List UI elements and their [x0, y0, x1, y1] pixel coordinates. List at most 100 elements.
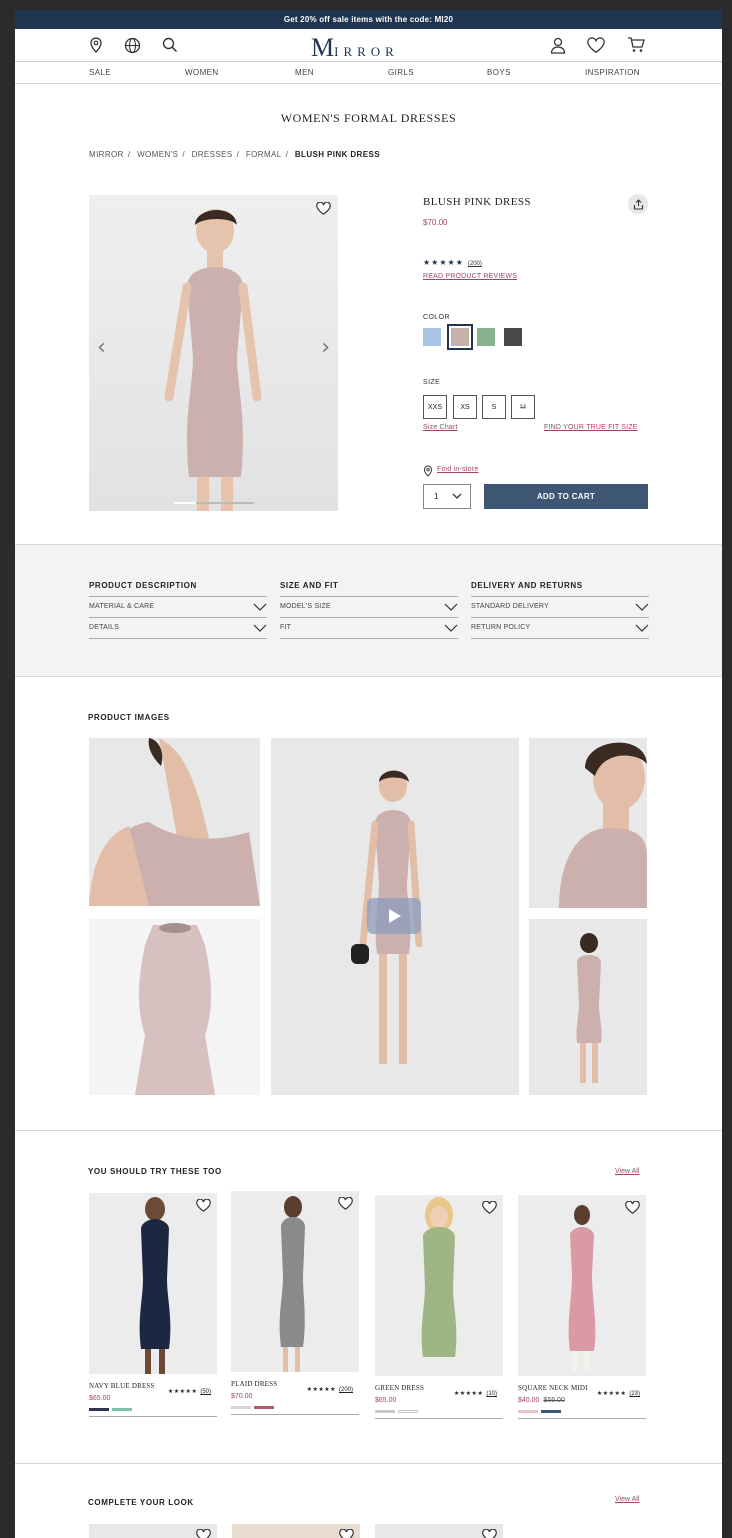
review-count[interactable]: (200) — [468, 261, 482, 267]
wishlist-heart-icon[interactable] — [316, 201, 331, 220]
product-description-accordion: PRODUCT DESCRIPTION MATERIAL & CARE DETA… — [89, 581, 267, 639]
gallery-image-dress-front[interactable] — [89, 919, 260, 1095]
color-swatch-green[interactable] — [477, 328, 495, 346]
product-card-swatches — [231, 1406, 359, 1409]
model-dress-figure — [421, 1197, 457, 1357]
product-name: BLUSH PINK DRESS — [423, 196, 531, 208]
location-pin-icon — [423, 464, 433, 482]
product-card-swatches — [89, 1408, 217, 1411]
product-card[interactable]: SQUARE NECK MIDI $40.00 $55.00 ★★★★★ (23) — [518, 1195, 646, 1419]
nav-sale[interactable]: SALE — [89, 68, 111, 77]
play-video-button[interactable] — [367, 898, 421, 934]
view-all-complete-look-link[interactable]: View All — [615, 1496, 639, 1503]
product-rating: ★★★★★ (200) — [423, 258, 482, 267]
model-dress-figure — [139, 1197, 171, 1374]
wishlist-heart-icon[interactable] — [196, 1528, 211, 1538]
product-card-image[interactable] — [375, 1195, 503, 1376]
wishlist-heart-icon[interactable] — [338, 1196, 353, 1215]
gallery-image-shoulder[interactable] — [89, 738, 260, 906]
model-dress-figure — [164, 209, 262, 511]
look-item-image[interactable] — [232, 1524, 360, 1538]
previous-image-arrow-icon[interactable]: ‹ — [97, 335, 106, 360]
chevron-down-icon — [253, 603, 267, 611]
accordion-row-material-care[interactable]: MATERIAL & CARE — [89, 597, 267, 618]
wishlist-heart-icon[interactable] — [587, 36, 605, 54]
read-reviews-link[interactable]: READ PRODUCT REVIEWS — [423, 273, 517, 280]
true-fit-link[interactable]: FIND YOUR TRUE FIT SIZE — [544, 424, 638, 431]
nav-inspiration[interactable]: INSPIRATION — [585, 68, 640, 77]
color-swatch-charcoal[interactable] — [504, 328, 522, 346]
size-option-m-unavailable: M — [511, 395, 535, 419]
model-dress-figure — [279, 1196, 305, 1372]
chevron-down-icon — [253, 624, 267, 632]
share-button[interactable] — [628, 194, 648, 214]
product-card-image[interactable] — [518, 1195, 646, 1376]
product-card[interactable]: PLAID DRESS $70.00 ★★★★★ (200) — [231, 1191, 359, 1415]
location-pin-icon[interactable] — [87, 36, 105, 54]
breadcrumb-item[interactable]: WOMEN'S — [137, 150, 178, 159]
product-card-swatches — [518, 1410, 646, 1413]
product-card[interactable]: NAVY BLUE DRESS $65.00 ★★★★★ (50) — [89, 1193, 217, 1417]
accordion-row-fit[interactable]: FIT — [280, 618, 458, 639]
play-icon — [389, 909, 401, 923]
color-swatch-blush[interactable] — [447, 324, 473, 350]
size-option-s[interactable]: S — [482, 395, 506, 419]
nav-girls[interactable]: GIRLS — [388, 68, 414, 77]
recommendations-heading: YOU SHOULD TRY THESE TOO — [88, 1167, 222, 1176]
cart-icon[interactable] — [627, 36, 645, 54]
quantity-value: 1 — [434, 492, 439, 501]
look-item-image[interactable] — [89, 1524, 217, 1538]
breadcrumb-item[interactable]: FORMAL — [246, 150, 282, 159]
gallery-image-back[interactable] — [529, 919, 647, 1095]
quantity-select[interactable]: 1 — [423, 484, 471, 509]
rating-stars: ★★★★★ — [423, 258, 464, 267]
accordion-row-standard-delivery[interactable]: STANDARD DELIVERY — [471, 597, 649, 618]
view-all-recommendations-link[interactable]: View All — [615, 1168, 639, 1175]
chevron-down-icon — [452, 493, 462, 499]
look-item-image[interactable] — [375, 1524, 503, 1538]
globe-icon[interactable] — [123, 36, 141, 54]
size-chart-link[interactable]: Size Chart — [423, 424, 458, 431]
mirror-logo[interactable]: MIRROR — [311, 33, 399, 63]
wishlist-heart-icon[interactable] — [625, 1200, 640, 1219]
color-swatch-blue[interactable] — [423, 328, 441, 346]
product-card-image[interactable] — [89, 1193, 217, 1374]
next-image-arrow-icon[interactable]: › — [321, 335, 330, 360]
nav-boys[interactable]: BOYS — [487, 68, 511, 77]
breadcrumb-item[interactable]: MIRROR — [89, 150, 124, 159]
section-divider — [15, 1463, 722, 1464]
model-back-figure — [576, 933, 602, 1083]
gallery-video-full-length[interactable] — [271, 738, 519, 1095]
product-card[interactable]: GREEN DRESS $65.00 ★★★★★ (10) — [375, 1195, 503, 1419]
account-icon[interactable] — [549, 36, 567, 54]
add-to-cart-button[interactable]: ADD TO CART — [484, 484, 648, 509]
accordion-row-models-size[interactable]: MODEL'S SIZE — [280, 597, 458, 618]
main-nav: SALE WOMEN MEN GIRLS BOYS INSPIRATION — [15, 62, 722, 84]
section-divider — [15, 1130, 722, 1131]
accordion-row-return-policy[interactable]: RETURN POLICY — [471, 618, 649, 639]
product-page: Get 20% off sale items with the code: MI… — [15, 10, 722, 1538]
wishlist-heart-icon[interactable] — [482, 1200, 497, 1219]
product-card-rating: ★★★★★ (23) — [596, 1391, 640, 1397]
accordion-heading: PRODUCT DESCRIPTION — [89, 581, 267, 597]
nav-men[interactable]: MEN — [295, 68, 314, 77]
search-icon[interactable] — [161, 36, 179, 54]
wishlist-heart-icon[interactable] — [339, 1528, 354, 1538]
wishlist-heart-icon[interactable] — [196, 1198, 211, 1217]
product-price: $70.00 — [423, 218, 448, 227]
nav-women[interactable]: WOMEN — [185, 68, 219, 77]
size-option-xs[interactable]: XS — [453, 395, 477, 419]
product-main-image[interactable]: ‹ › — [89, 195, 338, 511]
product-card-swatches — [375, 1410, 503, 1413]
breadcrumb-item[interactable]: DRESSES — [192, 150, 233, 159]
size-option-xxs[interactable]: XXS — [423, 395, 447, 419]
wishlist-heart-icon[interactable] — [482, 1528, 497, 1538]
product-card-rating: ★★★★★ (200) — [306, 1387, 353, 1393]
accordion-row-details[interactable]: DETAILS — [89, 618, 267, 639]
complete-your-look-heading: COMPLETE YOUR LOOK — [88, 1498, 194, 1507]
find-in-store-link[interactable]: Find in-store — [437, 466, 479, 473]
gallery-image-portrait[interactable] — [529, 738, 647, 908]
chevron-down-icon — [444, 624, 458, 632]
site-header: MIRROR — [15, 29, 722, 62]
product-card-image[interactable] — [231, 1191, 359, 1372]
